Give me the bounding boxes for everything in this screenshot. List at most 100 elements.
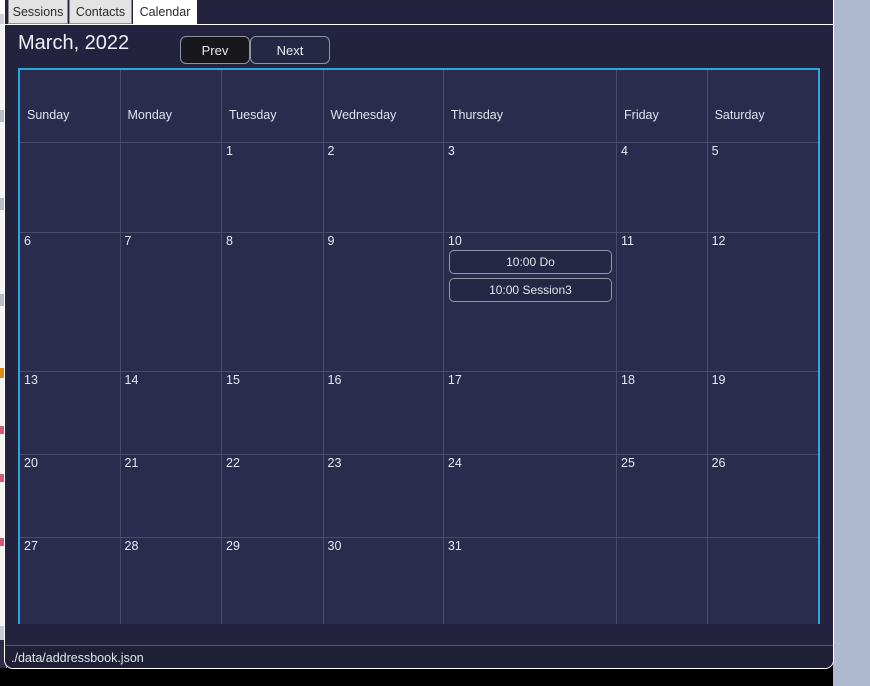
- calendar-day-cell[interactable]: 9: [323, 233, 444, 372]
- day-number: 6: [24, 234, 31, 248]
- day-number: 18: [621, 373, 635, 387]
- calendar-day-cell[interactable]: 3: [443, 143, 618, 233]
- day-number: 9: [327, 234, 335, 248]
- day-number: 29: [226, 539, 240, 553]
- day-of-week-label: Tuesday: [229, 108, 277, 122]
- calendar-day-cell[interactable]: 26: [707, 455, 818, 538]
- status-bar: ./data/addressbook.json: [5, 645, 833, 668]
- day-events: 10:00 Do 10:00 Session3: [448, 250, 613, 306]
- calendar-day-cell[interactable]: 24: [443, 455, 618, 538]
- day-number: 4: [621, 144, 628, 158]
- day-of-week-label: Monday: [127, 108, 172, 122]
- day-number: 8: [226, 234, 233, 248]
- day-of-week-label: Friday: [624, 108, 659, 122]
- day-number: 16: [327, 373, 342, 387]
- calendar-toolbar: March, 2022 Prev Next: [5, 25, 833, 68]
- next-month-button[interactable]: Next: [250, 36, 330, 64]
- day-number: 5: [711, 144, 719, 158]
- calendar-day-cell[interactable]: 7: [120, 233, 222, 372]
- calendar-day-cell[interactable]: 28: [120, 538, 222, 624]
- day-number: 27: [24, 539, 38, 553]
- prev-month-button[interactable]: Prev: [180, 36, 250, 64]
- tab-bar: Sessions Contacts Calendar: [5, 0, 833, 25]
- calendar-day-cell[interactable]: 6: [20, 233, 121, 372]
- tab-calendar-label: Calendar: [139, 5, 191, 19]
- calendar-day-cell[interactable]: 16: [323, 372, 444, 455]
- day-number: 12: [711, 234, 726, 248]
- desktop-background: Sessions Contacts Calendar March, 2022 P…: [0, 0, 870, 686]
- tab-calendar[interactable]: Calendar: [133, 0, 197, 25]
- day-number: 25: [621, 456, 635, 470]
- application-window: Sessions Contacts Calendar March, 2022 P…: [5, 0, 833, 668]
- calendar-day-cell[interactable]: 14: [120, 372, 222, 455]
- calendar-row: 1 2 3 4 5: [20, 143, 818, 233]
- calendar-day-cell[interactable]: 13: [20, 372, 121, 455]
- day-number: 30: [327, 539, 342, 553]
- day-number: 24: [447, 456, 462, 470]
- tab-sessions[interactable]: Sessions: [8, 0, 68, 24]
- calendar-day-cell[interactable]: 19: [707, 372, 818, 455]
- calendar-day-cell[interactable]: [707, 538, 818, 624]
- day-number: 31: [447, 539, 462, 553]
- day-number: 14: [124, 373, 139, 387]
- calendar-row: 6 7 8 9 10 10:00 Do 10:00 Session3 11 12: [20, 233, 818, 372]
- calendar-day-cell[interactable]: 10 10:00 Do 10:00 Session3: [443, 233, 618, 372]
- day-of-week-header: Friday: [617, 70, 708, 143]
- calendar-day-cell[interactable]: 31: [443, 538, 618, 624]
- calendar-day-cell[interactable]: 29: [222, 538, 324, 624]
- calendar-day-cell[interactable]: 17: [443, 372, 618, 455]
- day-of-week-header: Wednesday: [323, 70, 444, 143]
- calendar-panel: March, 2022 Prev Next Sunday Monday Tuesda…: [5, 25, 833, 645]
- calendar-day-cell[interactable]: 23: [323, 455, 444, 538]
- calendar-day-cell[interactable]: 4: [617, 143, 708, 233]
- calendar-day-cell[interactable]: 27: [20, 538, 121, 624]
- calendar-day-cell[interactable]: 21: [120, 455, 222, 538]
- calendar-event[interactable]: 10:00 Session3: [448, 278, 613, 302]
- day-number: 1: [226, 144, 233, 158]
- calendar-grid: Sunday Monday Tuesday Wednesday Thursday Frid…: [18, 68, 820, 624]
- day-number: 23: [327, 456, 342, 470]
- calendar-day-cell[interactable]: 18: [617, 372, 708, 455]
- prev-month-label: Prev: [201, 42, 229, 58]
- calendar-row: 20 21 22 23 24 25 26: [20, 455, 818, 538]
- day-number: 17: [447, 373, 462, 387]
- day-number: 22: [226, 456, 240, 470]
- calendar-day-cell[interactable]: 2: [323, 143, 444, 233]
- calendar-day-cell[interactable]: 12: [707, 233, 818, 372]
- day-number: 2: [327, 144, 335, 158]
- calendar-day-cell[interactable]: 22: [222, 455, 324, 538]
- month-title: March, 2022: [18, 32, 130, 54]
- day-number: 3: [447, 144, 455, 158]
- calendar-day-cell[interactable]: 25: [617, 455, 708, 538]
- day-of-week-header: Tuesday: [222, 70, 324, 143]
- day-of-week-label: Wednesday: [330, 108, 397, 122]
- calendar-day-cell[interactable]: 15: [222, 372, 324, 455]
- calendar-grid-inner: Sunday Monday Tuesday Wednesday Thursday Frid…: [20, 70, 818, 624]
- calendar-day-cell[interactable]: 30: [323, 538, 444, 624]
- day-of-week-label: Saturday: [714, 108, 765, 122]
- day-number: 26: [711, 456, 726, 470]
- tab-contacts[interactable]: Contacts: [69, 0, 132, 24]
- calendar-day-cell[interactable]: 8: [222, 233, 324, 372]
- day-of-week-label: Sunday: [27, 108, 70, 122]
- desktop-wallpaper-right: [833, 0, 870, 686]
- calendar-row: 13 14 15 16 17 18 19: [20, 372, 818, 455]
- calendar-event[interactable]: 10:00 Do: [448, 250, 613, 274]
- day-number: 7: [124, 234, 132, 248]
- day-number: 11: [621, 234, 634, 248]
- tab-contacts-label: Contacts: [75, 4, 126, 19]
- day-of-week-header: Saturday: [707, 70, 818, 143]
- day-of-week-label: Thursday: [450, 108, 503, 122]
- day-number: 19: [711, 373, 726, 387]
- calendar-row: 27 28 29 30 31: [20, 538, 818, 624]
- calendar-day-cell[interactable]: [617, 538, 708, 624]
- day-number: 20: [24, 456, 38, 470]
- day-number: 10: [447, 234, 462, 248]
- calendar-day-cell[interactable]: 1: [222, 143, 324, 233]
- calendar-day-cell[interactable]: 5: [707, 143, 818, 233]
- calendar-day-cell[interactable]: [20, 143, 121, 233]
- calendar-day-cell[interactable]: [120, 143, 222, 233]
- calendar-day-cell[interactable]: 11: [617, 233, 708, 372]
- tab-sessions-label: Sessions: [12, 4, 64, 19]
- calendar-day-cell[interactable]: 20: [20, 455, 121, 538]
